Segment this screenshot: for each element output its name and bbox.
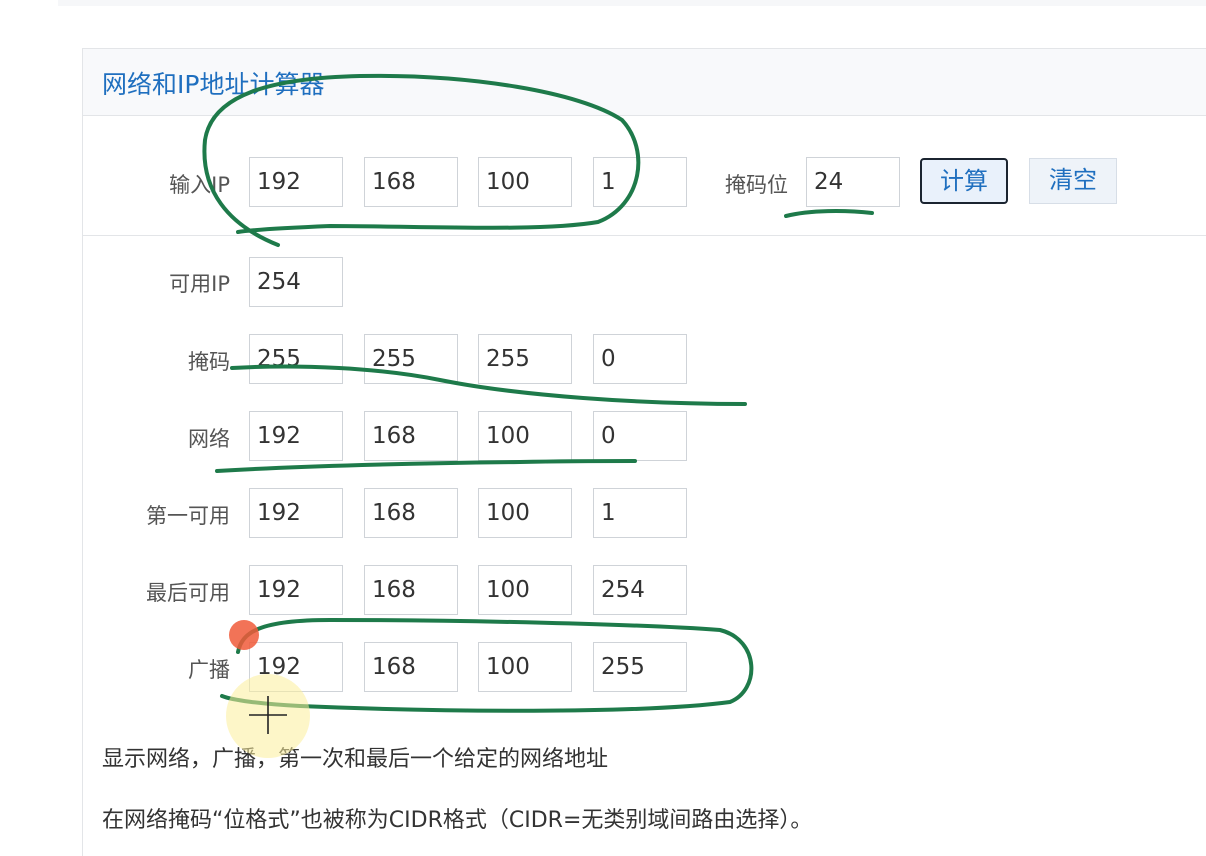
network-octet-3[interactable] (478, 411, 572, 461)
first-usable-label: 第一可用 (146, 504, 230, 528)
page-title: 网络和IP地址计算器 (102, 70, 325, 99)
broadcast-octet-1[interactable] (249, 642, 343, 692)
first-usable-octet-3[interactable] (478, 488, 572, 538)
broadcast-octet-2[interactable] (364, 642, 458, 692)
last-usable-octet-1[interactable] (249, 565, 343, 615)
network-octet-2[interactable] (364, 411, 458, 461)
mask-octet-4[interactable] (593, 334, 687, 384)
clear-button[interactable]: 清空 (1029, 158, 1117, 204)
description-line-2: 在网络掩码“位格式”也被称为CIDR格式（CIDR=无类别域间路由选择）。 (102, 808, 813, 833)
usable-ip-label: 可用IP (169, 272, 230, 296)
calculate-button[interactable]: 计算 (920, 158, 1008, 204)
last-usable-octet-4[interactable] (593, 565, 687, 615)
usable-ip-count[interactable] (249, 257, 343, 307)
input-ip-octet-2[interactable] (364, 157, 458, 207)
network-octet-1[interactable] (249, 411, 343, 461)
first-usable-octet-1[interactable] (249, 488, 343, 538)
network-octet-4[interactable] (593, 411, 687, 461)
mask-octet-3[interactable] (478, 334, 572, 384)
input-ip-octet-3[interactable] (478, 157, 572, 207)
mask-octet-2[interactable] (364, 334, 458, 384)
broadcast-octet-3[interactable] (478, 642, 572, 692)
mask-bits-input[interactable] (806, 157, 900, 207)
broadcast-label: 广播 (188, 658, 230, 682)
last-usable-octet-2[interactable] (364, 565, 458, 615)
panel-header: 网络和IP地址计算器 (83, 49, 1206, 116)
top-bar (58, 0, 1206, 6)
last-usable-octet-3[interactable] (478, 565, 572, 615)
mask-octet-1[interactable] (249, 334, 343, 384)
divider (83, 235, 1206, 236)
mask-label: 掩码 (188, 350, 230, 374)
last-usable-label: 最后可用 (146, 581, 230, 605)
network-label: 网络 (188, 427, 230, 451)
first-usable-octet-2[interactable] (364, 488, 458, 538)
description-line-1: 显示网络，广播，第一次和最后一个给定的网络地址 (102, 747, 609, 772)
mask-bits-label: 掩码位 (725, 173, 788, 197)
first-usable-octet-4[interactable] (593, 488, 687, 538)
input-ip-label: 输入IP (169, 173, 230, 197)
broadcast-octet-4[interactable] (593, 642, 687, 692)
input-ip-octet-1[interactable] (249, 157, 343, 207)
